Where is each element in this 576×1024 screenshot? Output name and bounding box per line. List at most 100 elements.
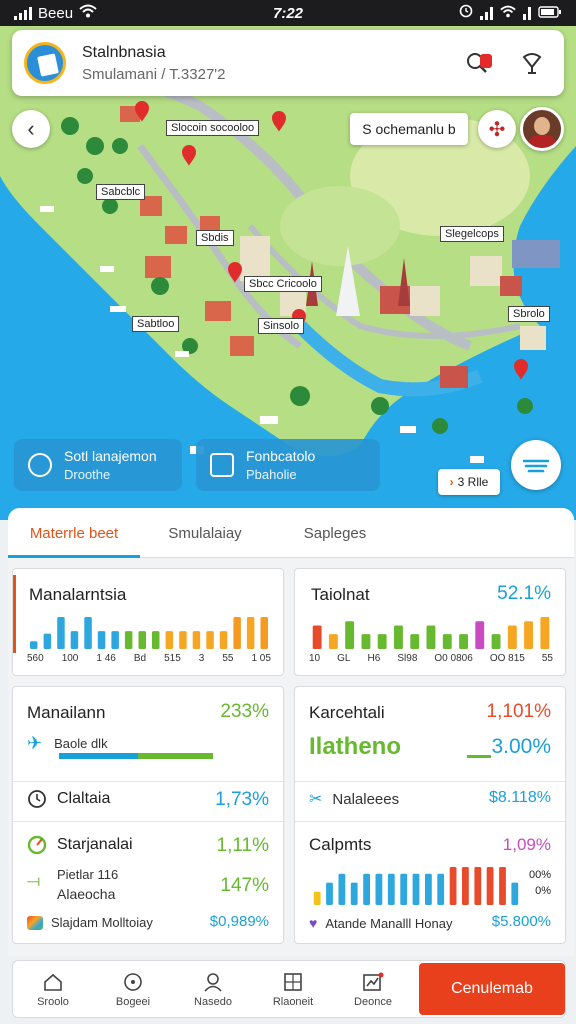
card4-row1-value: $8.118% bbox=[489, 789, 551, 806]
nav-chart[interactable]: Deonce bbox=[333, 971, 413, 1008]
calculator-icon bbox=[282, 971, 304, 993]
card-karcehtali[interactable]: Karcehtali 1,101% Ilatheno 3.00% ✂ Nalal… bbox=[294, 686, 567, 944]
card3-row3-label1: Pietlar 116 bbox=[57, 867, 119, 882]
card1-title: Manalarntsia bbox=[29, 585, 127, 604]
wrench-icon: ⟞ bbox=[27, 873, 41, 890]
locate-button[interactable] bbox=[511, 440, 561, 490]
card1-bar-7 bbox=[111, 631, 119, 649]
nav-explore-label: Bogeei bbox=[115, 995, 151, 1008]
map-label-7[interactable]: Sinsolo bbox=[258, 318, 305, 334]
card3-row3-label2: Alaeocha bbox=[57, 886, 116, 902]
nav-calculator[interactable]: Rlaoneit bbox=[253, 971, 333, 1008]
map-label-4[interactable]: Slegelcops bbox=[440, 226, 504, 242]
wifi-icon-2 bbox=[500, 5, 516, 22]
card-accent bbox=[13, 575, 16, 653]
search-icon[interactable] bbox=[460, 46, 494, 80]
route-chip[interactable]: › 3 Rlle bbox=[438, 469, 500, 495]
card1-tick-2: 100 bbox=[61, 653, 79, 664]
tab-simulation[interactable]: Smulalaiay bbox=[140, 508, 270, 558]
card4-bar-13 bbox=[462, 867, 469, 905]
map-label-3[interactable]: Sbdis bbox=[196, 230, 234, 246]
card4-row1[interactable]: ✂ Nalaleees bbox=[309, 789, 399, 809]
gauge-icon bbox=[27, 835, 47, 855]
card4-footer[interactable]: ♥ Atande Manalll Honay bbox=[309, 915, 453, 931]
card2-bar-2 bbox=[328, 634, 338, 649]
card-overview[interactable]: Manalarntsia 560 100 1 46 Bd 515 3 55 1 05 bbox=[12, 568, 284, 676]
card4-bar-3 bbox=[338, 873, 346, 905]
card4-bar-8 bbox=[400, 873, 408, 905]
search-card[interactable]: Stalnbnasia Smulamani / T.3327'2 bbox=[12, 30, 564, 96]
card4-bar-9 bbox=[412, 873, 420, 905]
profile-icon bbox=[202, 971, 224, 993]
route-chip-label: 3 Rlle bbox=[457, 475, 489, 489]
card1-tick-3: 1 46 bbox=[96, 653, 116, 664]
layers-button[interactable]: ✣ bbox=[478, 110, 516, 148]
card3-row3-value: 147% bbox=[220, 875, 269, 896]
avatar[interactable] bbox=[520, 107, 564, 151]
card3-value: 233% bbox=[220, 701, 269, 722]
card4-bar-7 bbox=[387, 873, 395, 905]
card2-tick-4: Sl98 bbox=[397, 653, 418, 664]
card4-bar-2 bbox=[326, 882, 333, 905]
nav-home-label: Sroolo bbox=[37, 995, 69, 1008]
tab-stages[interactable]: Sapleges bbox=[270, 508, 400, 558]
card4-bar-chart bbox=[313, 867, 519, 905]
card3-footer-value: $0,989% bbox=[209, 913, 269, 930]
card4-row1-label: Nalaleees bbox=[332, 790, 400, 808]
card3-footer[interactable]: Slajdam Molltoiay bbox=[27, 915, 153, 930]
chevron-left-icon: ‹ bbox=[27, 116, 35, 141]
app-logo bbox=[24, 42, 66, 84]
card2-tick-6: OO 815 bbox=[489, 653, 525, 664]
primary-action-button[interactable]: Cenulemab bbox=[419, 963, 565, 1015]
map-label-8[interactable]: Sbrolo bbox=[508, 306, 550, 322]
overlay-button-left[interactable]: Sotl lanajemon Droothe bbox=[14, 439, 182, 491]
card4-bar-16 bbox=[499, 867, 506, 905]
card2-bar-7 bbox=[410, 634, 420, 649]
nav-home[interactable]: Sroolo bbox=[13, 971, 93, 1008]
back-button[interactable]: ‹ bbox=[12, 110, 50, 148]
map-label-6[interactable]: Sabtloo bbox=[132, 316, 180, 332]
divider bbox=[295, 781, 567, 782]
card1-tick-6: 3 bbox=[198, 653, 205, 664]
card3-row2[interactable]: Starjanalai bbox=[27, 835, 133, 855]
nav-profile[interactable]: Nasedo bbox=[173, 971, 253, 1008]
clock-icon bbox=[28, 790, 46, 808]
nav-explore[interactable]: Bogeei bbox=[93, 971, 173, 1008]
card3-progress-label: Baole dlk bbox=[54, 736, 108, 751]
battery-icon bbox=[538, 5, 562, 22]
card4-side-value-2: 0% bbox=[535, 885, 551, 897]
heart-icon: ♥ bbox=[309, 915, 318, 931]
nav-chart-label: Deonce bbox=[354, 995, 392, 1008]
map-filter-chip[interactable]: S ochemanlu b bbox=[350, 113, 468, 145]
lock-icon bbox=[210, 453, 234, 477]
card1-bar-14 bbox=[206, 631, 214, 649]
map-label-1[interactable]: Slocoin socooloo bbox=[166, 120, 260, 136]
card4-chart-value: 1,09% bbox=[502, 835, 551, 854]
divider bbox=[13, 781, 285, 782]
card2-bar-4 bbox=[361, 634, 371, 649]
card2-tick-1: 10 bbox=[309, 653, 321, 664]
status-bar: Beeu 7:22 bbox=[0, 0, 576, 26]
card4-title: Karcehtali bbox=[309, 703, 385, 722]
map-label-2[interactable]: Sabcblc bbox=[96, 184, 146, 200]
card4-chart-title: Calpmts bbox=[309, 835, 372, 854]
tab-bar: Materrle beet Smulalaiay Sapleges bbox=[8, 508, 574, 558]
overlay-button-right[interactable]: Fonbcatolo Pbaholie bbox=[196, 439, 380, 491]
card-management[interactable]: Manailann 233% ✈ Baole dlk Claltaia 1,73… bbox=[12, 686, 285, 944]
card2-bar-3 bbox=[345, 621, 355, 649]
search-title: Stalnbnasia bbox=[82, 43, 166, 61]
tab-materials[interactable]: Materrle beet bbox=[8, 508, 140, 558]
card3-row2-value: 1,11% bbox=[216, 835, 269, 856]
card1-bar-10 bbox=[152, 631, 160, 649]
card2-bar-5 bbox=[377, 634, 387, 649]
card3-row3[interactable]: ⟞ Pietlar 116 Alaeocha bbox=[27, 867, 118, 902]
overlay-left-subtitle: Droothe bbox=[64, 467, 111, 482]
map-label-5[interactable]: Sbcc Cricoolo bbox=[244, 276, 322, 292]
card-total[interactable]: Taiolnat 52.1% 10 GL H6 Sl98 O0 0806 OO 815 55 bbox=[294, 568, 566, 676]
voice-icon[interactable] bbox=[512, 43, 552, 83]
card2-bar-9 bbox=[442, 634, 452, 649]
palette-icon bbox=[27, 915, 43, 930]
card3-row1[interactable]: Claltaia bbox=[27, 789, 110, 809]
card4-side-values: 00% 0% bbox=[529, 867, 551, 899]
card1-tick-7: 55 bbox=[222, 653, 234, 664]
